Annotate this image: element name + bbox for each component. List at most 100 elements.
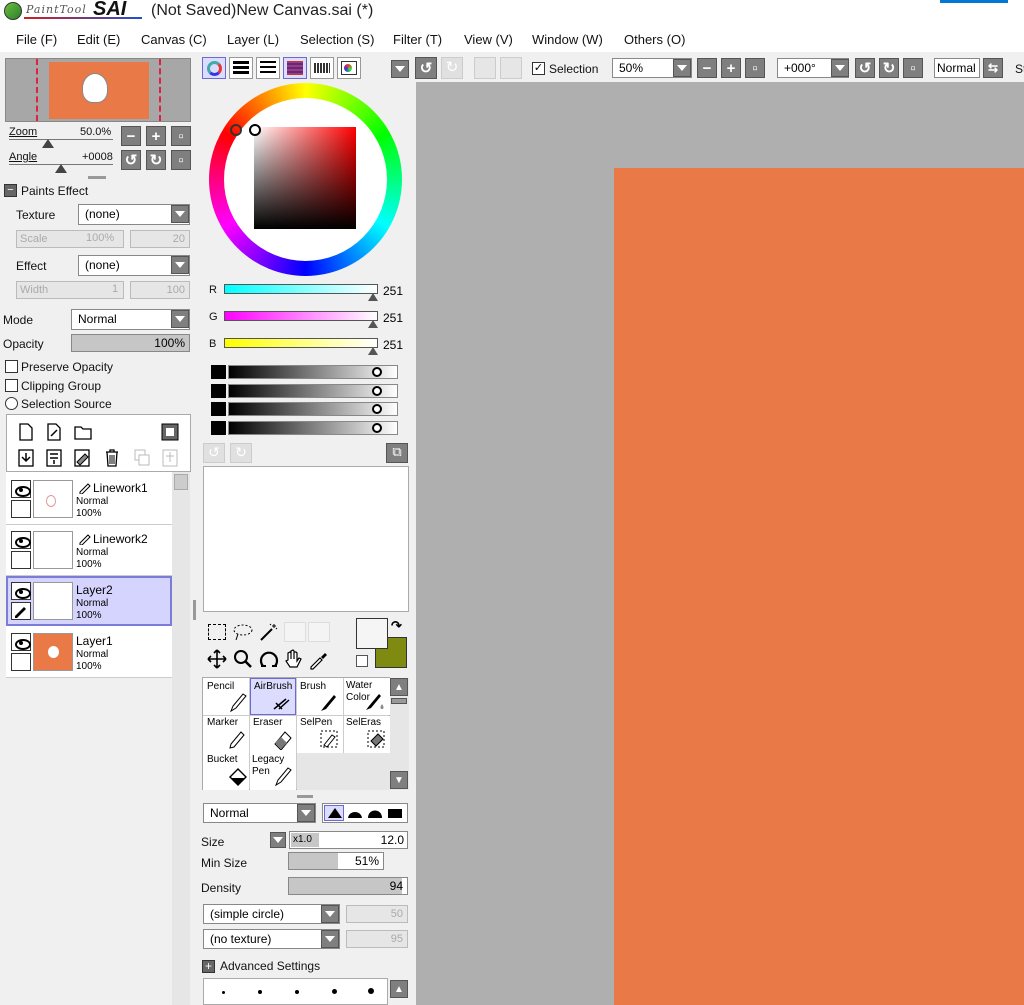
zoom-reset-button[interactable]: ▫ — [171, 126, 191, 146]
brush-shape-selector[interactable] — [322, 803, 408, 823]
preserve-opacity-checkbox[interactable] — [5, 360, 18, 373]
scroll-up-icon[interactable]: ▲ — [390, 980, 408, 998]
zoom-out-button[interactable]: − — [697, 58, 717, 78]
chevron-down-icon[interactable] — [321, 930, 339, 948]
hsv-slider-tab[interactable] — [256, 57, 280, 79]
chevron-down-icon[interactable] — [673, 59, 691, 77]
tool-marker[interactable]: Marker — [203, 716, 249, 753]
zoom-in-button[interactable]: + — [721, 58, 741, 78]
tool-eraser[interactable]: Eraser — [250, 716, 296, 753]
brush-preset-dot[interactable] — [332, 989, 337, 994]
eye-icon[interactable] — [11, 480, 31, 498]
density-slider[interactable]: 94 — [288, 877, 408, 895]
tool-seleras[interactable]: SelEras — [344, 716, 390, 753]
gray-slider-thumb[interactable] — [372, 367, 382, 377]
trash-icon[interactable] — [103, 448, 121, 468]
lasso-icon[interactable] — [232, 622, 254, 642]
layer-row[interactable]: Linework1 Normal 100% — [6, 474, 172, 525]
tool-selpen[interactable]: SelPen — [297, 716, 343, 753]
brush-shape-2-icon[interactable] — [347, 807, 363, 819]
advanced-settings-label[interactable]: Advanced Settings — [220, 959, 320, 973]
brush-preset-dot[interactable] — [295, 990, 299, 994]
view-blend-select[interactable]: Normal — [934, 58, 980, 78]
gray-swatch[interactable] — [211, 365, 226, 379]
menu-filter[interactable]: Filter (T) — [393, 32, 442, 47]
move-icon[interactable] — [206, 648, 228, 670]
hue-picker[interactable] — [230, 124, 242, 136]
rotate-tool-icon[interactable] — [258, 648, 280, 670]
selection-source-checkbox[interactable] — [5, 397, 18, 410]
layer-lock-toggle[interactable] — [11, 602, 31, 620]
new-layer-icon[interactable] — [17, 423, 35, 441]
tool-scroll-thumb[interactable] — [391, 698, 407, 704]
splitter-grip[interactable] — [193, 600, 196, 620]
rotate-right-button[interactable]: ↻ — [146, 150, 166, 170]
brush-shape-1-icon[interactable] — [327, 807, 343, 819]
scroll-up-icon[interactable]: ▲ — [390, 678, 408, 696]
collapse-icon[interactable]: − — [4, 184, 17, 197]
eye-icon[interactable] — [11, 582, 31, 600]
brush-preset-dot[interactable] — [368, 988, 374, 994]
eye-icon[interactable] — [11, 633, 31, 651]
zoom-slider-thumb[interactable] — [42, 139, 54, 148]
menu-view[interactable]: View (V) — [464, 32, 513, 47]
size-value[interactable]: 12.0 — [381, 833, 404, 847]
r-value[interactable]: 251 — [383, 284, 403, 298]
menu-selection[interactable]: Selection (S) — [300, 32, 374, 47]
sv-square[interactable] — [254, 127, 356, 229]
primary-color-swatch[interactable] — [356, 618, 388, 649]
gray-slider-thumb[interactable] — [372, 386, 382, 396]
chevron-down-icon[interactable] — [171, 310, 189, 328]
rotate-left-button[interactable]: ↺ — [121, 150, 141, 170]
panel-grip[interactable] — [88, 176, 106, 179]
zoom-slider[interactable] — [9, 139, 113, 140]
brush-preset-dot[interactable] — [222, 991, 225, 994]
layer-lock-toggle[interactable] — [11, 653, 31, 671]
chevron-down-icon[interactable] — [171, 205, 189, 223]
swap-colors-icon[interactable]: ↷ — [391, 618, 402, 634]
layer-lock-toggle[interactable] — [11, 500, 31, 518]
swatch-tab[interactable] — [310, 57, 334, 79]
eye-icon[interactable] — [11, 531, 31, 549]
rect-select-icon[interactable] — [208, 624, 226, 640]
gray-swatch[interactable] — [211, 402, 226, 416]
window-control[interactable] — [940, 0, 1008, 3]
clipping-group-checkbox[interactable] — [5, 379, 18, 392]
sv-picker[interactable] — [249, 124, 261, 136]
rotate-reset-button[interactable]: ▫ — [903, 58, 923, 78]
zoom-tool-icon[interactable] — [232, 648, 254, 670]
tool-airbrush[interactable]: AirBrush — [250, 678, 296, 715]
gray-slider-thumb[interactable] — [372, 404, 382, 414]
chevron-down-icon[interactable] — [831, 59, 849, 77]
chevron-down-icon[interactable] — [321, 905, 339, 923]
selection-checkbox[interactable]: ✓ — [532, 62, 545, 75]
merge-down-icon[interactable] — [45, 448, 63, 468]
brush-preset-dot[interactable] — [258, 990, 262, 994]
scratchpad-area[interactable] — [203, 466, 409, 612]
gray-swatch[interactable] — [211, 421, 226, 435]
menu-others[interactable]: Others (O) — [624, 32, 685, 47]
scroll-down-icon[interactable]: ▼ — [390, 771, 408, 789]
flip-horizontal-icon[interactable]: ⇆ — [983, 58, 1003, 78]
clear-layer-icon[interactable] — [73, 448, 91, 468]
brush-shape-4-icon[interactable] — [387, 807, 403, 819]
b-slider[interactable] — [224, 338, 378, 348]
magic-wand-icon[interactable] — [258, 622, 280, 642]
color-mixer-tab[interactable] — [283, 57, 307, 79]
panel-grip[interactable] — [297, 795, 313, 798]
expand-icon[interactable]: + — [202, 960, 215, 973]
rotate-right-button[interactable]: ↻ — [879, 58, 899, 78]
chevron-down-icon[interactable] — [297, 804, 315, 822]
menu-file[interactable]: File (F) — [16, 32, 57, 47]
opacity-slider[interactable]: 100% — [71, 334, 190, 352]
zoom-reset-button[interactable]: ▫ — [745, 58, 765, 78]
tool-pencil[interactable]: Pencil — [203, 678, 249, 715]
menu-canvas[interactable]: Canvas (C) — [141, 32, 207, 47]
scratchpad-toggle-icon[interactable]: ⧉ — [386, 443, 408, 463]
g-slider[interactable] — [224, 311, 378, 321]
brush-texture-select[interactable]: (no texture) — [203, 929, 340, 949]
scratchpad-tab[interactable] — [337, 57, 361, 79]
new-linework-layer-icon[interactable] — [45, 423, 63, 441]
layer-row[interactable]: Layer2 Normal 100% — [6, 576, 172, 626]
g-slider-thumb[interactable] — [368, 320, 378, 328]
